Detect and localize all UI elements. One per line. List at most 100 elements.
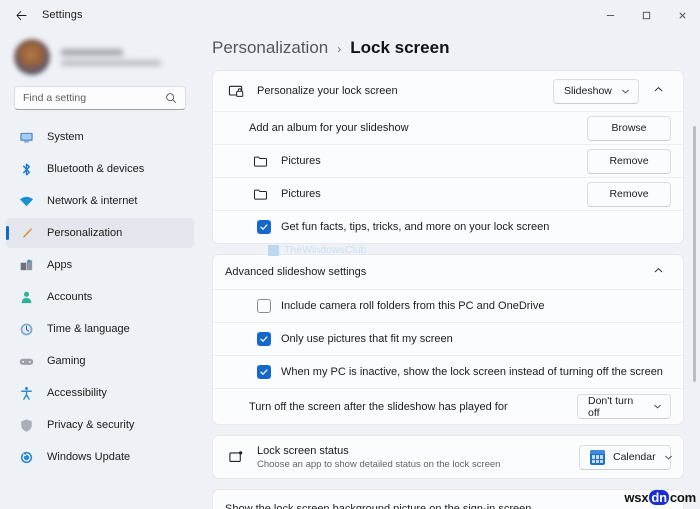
- sidebar-item-label: Apps: [47, 259, 73, 271]
- advanced-expander-button[interactable]: [645, 259, 671, 285]
- maximize-button[interactable]: [628, 0, 664, 30]
- back-button[interactable]: [12, 6, 30, 24]
- personalize-expander-button[interactable]: [645, 78, 671, 104]
- add-album-label: Add an album for your slideshow: [249, 122, 409, 134]
- remove-folder-button[interactable]: Remove: [587, 148, 671, 174]
- lock-screen-status-title: Lock screen status: [257, 444, 349, 457]
- turn-off-screen-value: Don't turn off: [588, 394, 634, 419]
- breadcrumb-parent[interactable]: Personalization: [212, 38, 328, 58]
- turn-off-screen-dropdown[interactable]: Don't turn off: [577, 394, 671, 419]
- watermark-bottom-right: wsx dn com: [624, 490, 696, 505]
- sidebar-item-label: Time & language: [47, 323, 130, 335]
- lock-screen-type-value: Slideshow: [564, 85, 612, 97]
- minimize-button[interactable]: [592, 0, 628, 30]
- paintbrush-icon: [18, 225, 34, 241]
- folder-icon: [249, 187, 271, 202]
- update-icon: [18, 449, 34, 465]
- turn-off-screen-row: Turn off the screen after the slideshow …: [213, 388, 683, 424]
- shield-icon: [18, 417, 34, 433]
- settings-scroll-area: Personalize your lock screen Slideshow A…: [212, 70, 700, 509]
- advanced-section-title: Advanced slideshow settings: [225, 266, 367, 278]
- signin-background-label: Show the lock screen background picture …: [225, 503, 532, 509]
- user-profile[interactable]: [0, 32, 200, 84]
- scrollbar-thumb[interactable]: [693, 126, 696, 382]
- lock-screen-status-text: Lock screen status Choose an app to show…: [257, 445, 579, 470]
- fun-facts-row[interactable]: Get fun facts, tips, tricks, and more on…: [213, 210, 683, 243]
- folder-name: Pictures: [281, 155, 321, 167]
- include-camera-roll-row[interactable]: Include camera roll folders from this PC…: [213, 289, 683, 322]
- inactive-lock-screen-label: When my PC is inactive, show the lock sc…: [281, 366, 663, 378]
- fun-facts-label: Get fun facts, tips, tricks, and more on…: [281, 221, 550, 233]
- bluetooth-icon: [18, 161, 34, 177]
- fit-screen-row[interactable]: Only use pictures that fit my screen: [213, 322, 683, 355]
- chevron-down-icon: [621, 87, 630, 96]
- sidebar-item-personalization[interactable]: Personalization: [6, 218, 194, 248]
- signin-screen-card: Show the lock screen background picture …: [212, 489, 684, 509]
- window-controls: [592, 0, 700, 30]
- chevron-down-icon: [664, 453, 673, 462]
- turn-off-screen-label: Turn off the screen after the slideshow …: [249, 400, 508, 413]
- lock-screen-status-card: Lock screen status Choose an app to show…: [212, 435, 684, 479]
- lock-screen-type-dropdown[interactable]: Slideshow: [553, 78, 639, 104]
- fit-screen-checkbox[interactable]: [257, 332, 271, 346]
- personalize-card: Personalize your lock screen Slideshow A…: [212, 70, 684, 244]
- sidebar: Find a setting System Bluetooth & device…: [0, 30, 200, 509]
- close-button[interactable]: [664, 0, 700, 30]
- lock-screen-icon: [225, 83, 247, 100]
- accessibility-icon: [18, 385, 34, 401]
- folder-icon: [249, 154, 271, 169]
- page-title: Lock screen: [350, 38, 450, 57]
- monitor-icon: [18, 129, 34, 145]
- sidebar-item-network-internet[interactable]: Network & internet: [6, 186, 194, 216]
- sidebar-item-gaming[interactable]: Gaming: [6, 346, 194, 376]
- sidebar-item-accounts[interactable]: Accounts: [6, 282, 194, 312]
- advanced-slideshow-card: Advanced slideshow settings Include came…: [212, 254, 684, 425]
- breadcrumb: Personalization › Lock screen: [212, 30, 700, 70]
- advanced-section-header[interactable]: Advanced slideshow settings: [213, 255, 683, 289]
- person-icon: [18, 289, 34, 305]
- lock-screen-status-dropdown[interactable]: Calendar: [579, 444, 673, 470]
- watermark-part-b: dn: [649, 490, 669, 505]
- inactive-lock-screen-checkbox[interactable]: [257, 365, 271, 379]
- fit-screen-label: Only use pictures that fit my screen: [281, 333, 453, 345]
- breadcrumb-separator: ›: [337, 42, 342, 56]
- personalize-lock-screen-row: Personalize your lock screen Slideshow: [213, 71, 683, 111]
- signin-background-row[interactable]: Show the lock screen background picture …: [213, 490, 683, 509]
- sidebar-item-label: Personalization: [47, 227, 123, 239]
- title-bar-left: Settings: [0, 6, 83, 24]
- search-input[interactable]: Find a setting: [23, 92, 159, 104]
- avatar: [14, 39, 50, 75]
- sidebar-item-apps[interactable]: Apps: [6, 250, 194, 280]
- chevron-down-icon: [653, 402, 662, 411]
- sidebar-item-windows-update[interactable]: Windows Update: [6, 442, 194, 472]
- folder-row: Pictures Remove: [213, 177, 683, 210]
- sidebar-item-label: Gaming: [47, 355, 86, 367]
- sidebar-item-accessibility[interactable]: Accessibility: [6, 378, 194, 408]
- main-content: Personalization › Lock screen Personaliz…: [200, 30, 700, 509]
- chevron-up-icon: [653, 263, 664, 281]
- sidebar-item-time-language[interactable]: Time & language: [6, 314, 194, 344]
- fun-facts-checkbox[interactable]: [257, 220, 271, 234]
- settings-window: Settings Find a setting System Bluetooth…: [0, 0, 700, 509]
- apps-icon: [18, 257, 34, 273]
- window-body: Find a setting System Bluetooth & device…: [0, 30, 700, 509]
- wifi-icon: [18, 193, 34, 209]
- chevron-up-icon: [653, 82, 664, 100]
- sidebar-item-label: Windows Update: [47, 451, 131, 463]
- watermark-part-c: com: [669, 490, 696, 505]
- inactive-lock-screen-row[interactable]: When my PC is inactive, show the lock sc…: [213, 355, 683, 388]
- clock-globe-icon: [18, 321, 34, 337]
- sidebar-item-system[interactable]: System: [6, 122, 194, 152]
- sidebar-item-privacy-security[interactable]: Privacy & security: [6, 410, 194, 440]
- sidebar-item-label: Accessibility: [47, 387, 107, 399]
- browse-button[interactable]: Browse: [587, 115, 671, 141]
- sidebar-item-bluetooth-devices[interactable]: Bluetooth & devices: [6, 154, 194, 184]
- remove-folder-button[interactable]: Remove: [587, 181, 671, 207]
- sidebar-nav: System Bluetooth & devices Network & int…: [0, 118, 200, 472]
- include-camera-roll-checkbox[interactable]: [257, 299, 271, 313]
- user-name-blurred: [61, 48, 161, 66]
- calendar-icon: [590, 449, 605, 465]
- lock-screen-status-subtitle: Choose an app to show detailed status on…: [257, 458, 501, 470]
- search-box[interactable]: Find a setting: [14, 86, 186, 110]
- app-title: Settings: [42, 9, 83, 21]
